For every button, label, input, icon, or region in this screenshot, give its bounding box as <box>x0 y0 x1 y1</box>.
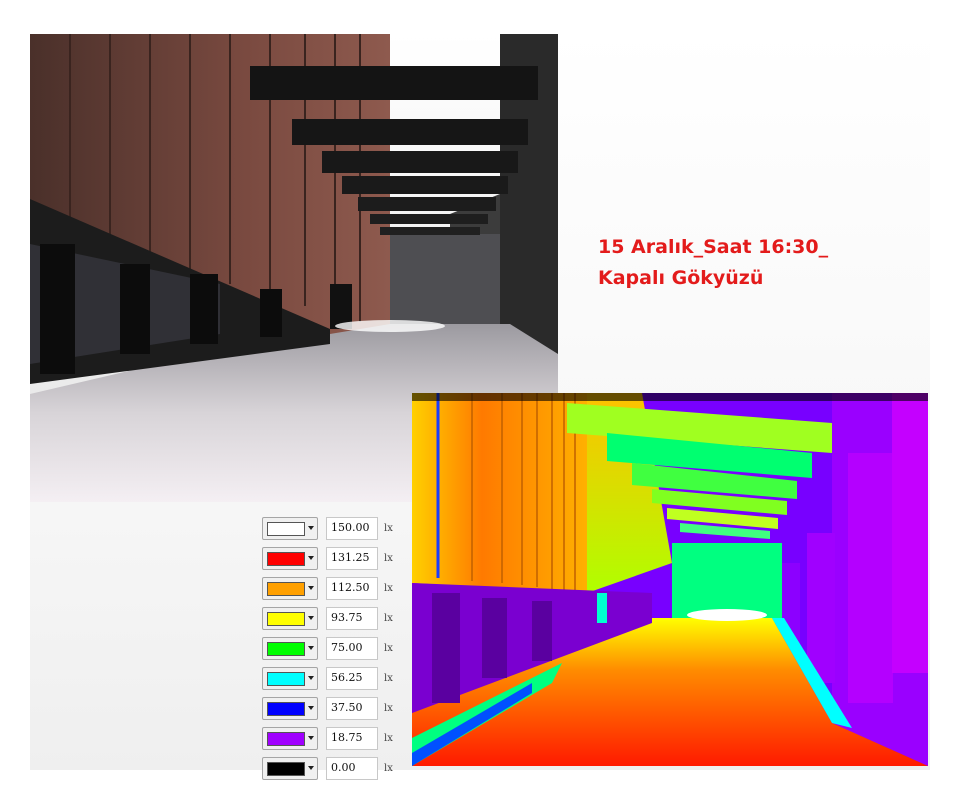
color-swatch <box>267 732 305 746</box>
chevron-down-icon <box>308 766 314 770</box>
color-picker-button[interactable] <box>262 517 318 540</box>
legend-row: 37.50 lx <box>262 697 402 724</box>
color-swatch <box>267 582 305 596</box>
legend-row: 56.25 lx <box>262 667 402 694</box>
color-picker-button[interactable] <box>262 637 318 660</box>
unit-label: lx <box>384 643 393 654</box>
illuminance-legend: 150.00 lx 131.25 lx 112.50 lx 93.75 lx 7… <box>262 517 402 787</box>
chevron-down-icon <box>308 616 314 620</box>
caption-line-1: 15 Aralık_Saat 16:30_ <box>598 236 829 258</box>
value-input[interactable]: 56.25 <box>326 667 378 690</box>
unit-label: lx <box>384 523 393 534</box>
unit-label: lx <box>384 553 393 564</box>
chevron-down-icon <box>308 736 314 740</box>
chevron-down-icon <box>308 706 314 710</box>
color-swatch <box>267 642 305 656</box>
chevron-down-icon <box>308 676 314 680</box>
color-picker-button[interactable] <box>262 607 318 630</box>
color-swatch <box>267 672 305 686</box>
color-picker-button[interactable] <box>262 727 318 750</box>
value-input[interactable]: 112.50 <box>326 577 378 600</box>
legend-row: 150.00 lx <box>262 517 402 544</box>
legend-row: 93.75 lx <box>262 607 402 634</box>
value-input[interactable]: 93.75 <box>326 607 378 630</box>
color-swatch <box>267 522 305 536</box>
legend-row: 18.75 lx <box>262 727 402 754</box>
unit-label: lx <box>384 703 393 714</box>
false-color-illuminance-image <box>412 393 928 766</box>
chevron-down-icon <box>308 586 314 590</box>
chevron-down-icon <box>308 556 314 560</box>
color-swatch <box>267 702 305 716</box>
legend-row: 75.00 lx <box>262 637 402 664</box>
unit-label: lx <box>384 733 393 744</box>
chevron-down-icon <box>308 526 314 530</box>
unit-label: lx <box>384 673 393 684</box>
color-swatch <box>267 612 305 626</box>
chevron-down-icon <box>308 646 314 650</box>
caption-line-2: Kapalı Gökyüzü <box>598 267 764 289</box>
unit-label: lx <box>384 763 393 774</box>
legend-row: 0.00 lx <box>262 757 402 784</box>
color-picker-button[interactable] <box>262 547 318 570</box>
value-input[interactable]: 18.75 <box>326 727 378 750</box>
scene-caption: 15 Aralık_Saat 16:30_ Kapalı Gökyüzü <box>598 232 828 294</box>
value-input[interactable]: 150.00 <box>326 517 378 540</box>
color-swatch <box>267 762 305 776</box>
unit-label: lx <box>384 613 393 624</box>
color-picker-button[interactable] <box>262 667 318 690</box>
legend-row: 112.50 lx <box>262 577 402 604</box>
color-picker-button[interactable] <box>262 757 318 780</box>
value-input[interactable]: 37.50 <box>326 697 378 720</box>
color-swatch <box>267 552 305 566</box>
value-input[interactable]: 131.25 <box>326 547 378 570</box>
color-picker-button[interactable] <box>262 577 318 600</box>
unit-label: lx <box>384 583 393 594</box>
legend-row: 131.25 lx <box>262 547 402 574</box>
value-input[interactable]: 0.00 <box>326 757 378 780</box>
value-input[interactable]: 75.00 <box>326 637 378 660</box>
color-picker-button[interactable] <box>262 697 318 720</box>
